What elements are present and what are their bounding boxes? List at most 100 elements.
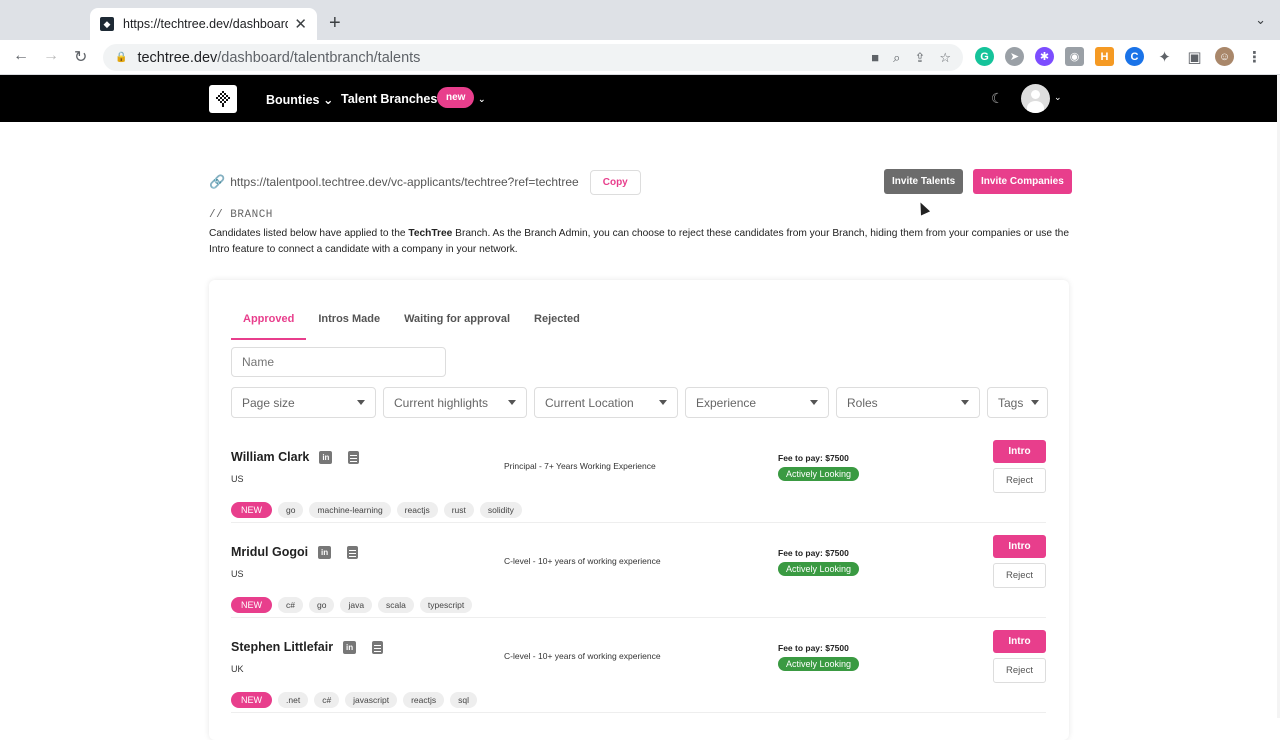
invite-talents-button[interactable]: Invite Talents <box>884 169 964 194</box>
browser-tab[interactable]: ◆ https://techtree.dev/dashboard ✕ <box>90 8 317 40</box>
profile-avatar[interactable]: ☺ <box>1215 47 1234 66</box>
nav-bounties[interactable]: Bounties ⌄ <box>266 92 333 107</box>
close-tab-icon[interactable]: ✕ <box>294 15 307 33</box>
tab-waiting-for-approval[interactable]: Waiting for approval <box>392 307 522 340</box>
tab-title: https://techtree.dev/dashboard <box>123 17 289 31</box>
page-size-select[interactable]: Page size <box>231 387 376 418</box>
candidate-name: William Clark <box>231 450 310 464</box>
candidate-fee: Fee to pay: $7500 <box>778 453 849 463</box>
resume-document-icon[interactable] <box>347 545 359 559</box>
new-candidate-badge: NEW <box>231 597 272 613</box>
back-icon[interactable]: ← <box>13 47 29 65</box>
extensions-puzzle-icon[interactable]: ✦ <box>1155 47 1174 66</box>
skill-tag: typescript <box>419 597 473 613</box>
tab-approved[interactable]: Approved <box>231 307 307 340</box>
experience-select[interactable]: Experience <box>685 387 829 418</box>
skill-tag: c# <box>314 692 340 708</box>
current-highlights-select[interactable]: Current highlights <box>383 387 527 418</box>
reject-button[interactable]: Reject <box>993 468 1046 493</box>
address-bar[interactable]: 🔒 techtree.dev/dashboard/talentbranch/ta… <box>103 44 963 71</box>
grammarly-extension-icon[interactable]: G <box>975 47 994 66</box>
skill-tag: rust <box>443 502 474 518</box>
extension-c-icon[interactable]: C <box>1125 47 1144 66</box>
zoom-icon[interactable]: ⌕ <box>893 50 900 66</box>
techtree-logo[interactable] <box>209 85 237 113</box>
dropdown-caret-icon <box>810 400 818 405</box>
candidate-name: Mridul Gogoi <box>231 545 309 559</box>
new-badge: new <box>437 87 475 108</box>
intro-button[interactable]: Intro <box>993 440 1046 463</box>
candidate-name-wrap: Mridul Gogoi in <box>231 545 359 559</box>
candidate-country: US <box>231 474 244 484</box>
url-host: techtree.dev <box>137 49 218 66</box>
browser-menu-icon[interactable]: ⋮ <box>1245 47 1264 66</box>
intro-button[interactable]: Intro <box>993 630 1046 653</box>
linkedin-icon[interactable]: in <box>318 545 332 559</box>
share-icon[interactable]: ⇪ <box>914 50 925 66</box>
status-tabs: Approved Intros Made Waiting for approva… <box>231 307 592 340</box>
extension-arrow-icon[interactable]: ➤ <box>1005 47 1024 66</box>
resume-document-icon[interactable] <box>372 640 384 654</box>
nav-talent-branches[interactable]: Talent Branches <box>341 92 437 106</box>
skill-tag: sql <box>450 692 477 708</box>
link-icon: 🔗 <box>209 174 226 189</box>
skill-tag: reactjs <box>396 502 438 518</box>
mouse-cursor-icon <box>915 200 931 216</box>
candidate-experience: C-level - 10+ years of working experienc… <box>504 651 661 661</box>
tab-intros-made[interactable]: Intros Made <box>306 307 392 340</box>
invite-link-url: https://talentpool.techtree.dev/vc-appli… <box>230 175 579 189</box>
hubspot-extension-icon[interactable]: H <box>1095 47 1114 66</box>
reload-icon[interactable]: ↻ <box>74 47 87 67</box>
new-tab-icon[interactable]: + <box>329 12 341 35</box>
filter-bar: Page size Current highlights Current Loc… <box>231 387 1048 418</box>
lock-icon: 🔒 <box>115 52 128 63</box>
user-avatar[interactable] <box>1021 84 1050 113</box>
dropdown-caret-icon <box>961 400 969 405</box>
talent-branches-chevron-icon[interactable]: ⌄ <box>478 94 486 105</box>
linkedin-icon[interactable]: in <box>343 640 357 654</box>
candidate-name-wrap: Stephen Littlefair in <box>231 640 384 654</box>
tags-select[interactable]: Tags <box>987 387 1048 418</box>
browser-tabstrip: ◆ https://techtree.dev/dashboard ✕ + ⌄ <box>0 0 1280 40</box>
tab-rejected[interactable]: Rejected <box>522 307 592 340</box>
candidate-tags: NEW .net c# javascript reactjs sql <box>231 692 477 708</box>
user-menu-chevron-icon[interactable]: ⌄ <box>1054 92 1062 103</box>
skill-tag: go <box>308 597 335 613</box>
name-search-input[interactable] <box>231 347 446 377</box>
copy-button[interactable]: Copy <box>589 169 641 195</box>
skill-tag: java <box>340 597 373 613</box>
skill-tag: c# <box>278 597 303 613</box>
bookmark-star-icon[interactable]: ☆ <box>939 50 951 66</box>
forward-icon[interactable]: → <box>43 47 59 65</box>
reject-button[interactable]: Reject <box>993 563 1046 588</box>
dark-mode-moon-icon[interactable]: ☾ <box>991 90 1004 107</box>
roles-select[interactable]: Roles <box>836 387 980 418</box>
skill-tag: go <box>278 502 304 518</box>
status-badge: Actively Looking <box>778 467 860 481</box>
candidate-experience: Principal - 7+ Years Working Experience <box>504 461 656 471</box>
side-panel-icon[interactable]: ▣ <box>1185 47 1204 66</box>
dropdown-caret-icon <box>357 400 365 405</box>
skill-tag: scala <box>378 597 414 613</box>
camera-icon[interactable]: ■ <box>871 50 879 65</box>
status-badge: Actively Looking <box>778 562 860 576</box>
dropdown-caret-icon <box>659 400 667 405</box>
resume-document-icon[interactable] <box>348 450 360 464</box>
candidate-country: US <box>231 569 244 579</box>
extension-flower-icon[interactable]: ✱ <box>1035 47 1054 66</box>
linkedin-icon[interactable]: in <box>319 450 333 464</box>
branch-description: Candidates listed below have applied to … <box>209 228 1070 255</box>
skill-tag: solidity <box>479 502 522 518</box>
skill-tag: javascript <box>345 692 398 708</box>
current-location-select[interactable]: Current Location <box>534 387 678 418</box>
candidate-name: Stephen Littlefair <box>231 640 334 654</box>
reject-button[interactable]: Reject <box>993 658 1046 683</box>
new-candidate-badge: NEW <box>231 502 272 518</box>
dropdown-caret-icon <box>1031 400 1040 405</box>
skill-tag: machine-learning <box>309 502 391 518</box>
screenshot-extension-icon[interactable]: ◉ <box>1065 47 1084 66</box>
tab-search-chevron-icon[interactable]: ⌄ <box>1255 12 1266 28</box>
invite-companies-button[interactable]: Invite Companies <box>973 169 1072 194</box>
intro-button[interactable]: Intro <box>993 535 1046 558</box>
url-path: /dashboard/talentbranch/talents <box>217 49 421 66</box>
